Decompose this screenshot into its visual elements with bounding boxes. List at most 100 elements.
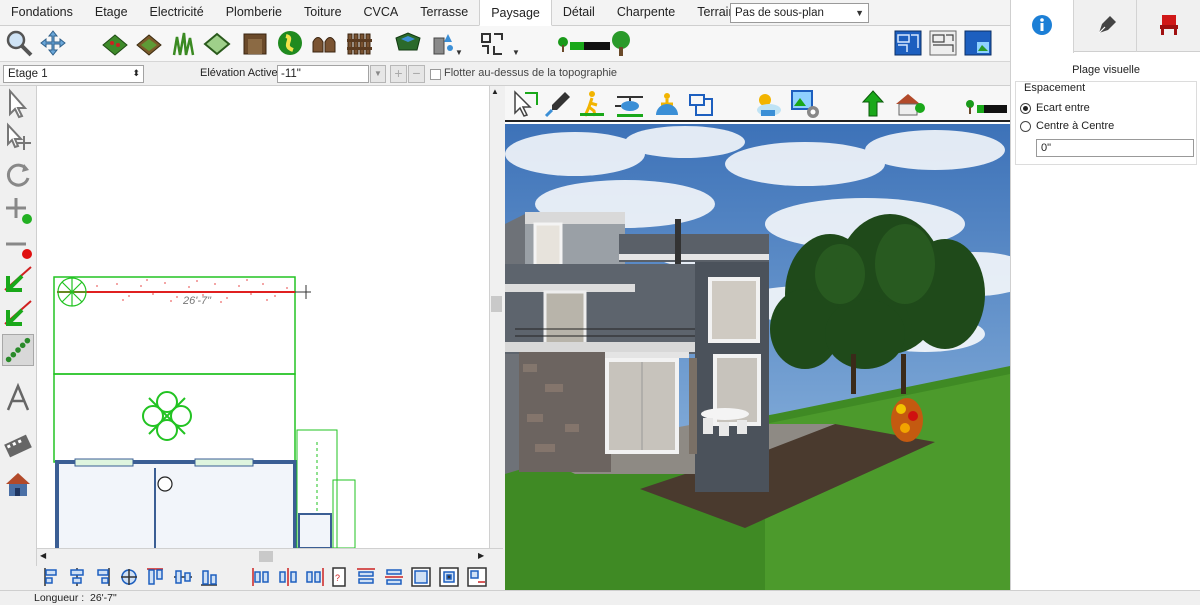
tab-cvca[interactable]: CVCA: [353, 0, 410, 25]
vertical-scrollbar[interactable]: ▲: [489, 86, 503, 548]
secondary-toolbar: Etage 1 ⬍ Elévation Active: -11" ▼ + − F…: [0, 62, 1010, 86]
path-icon[interactable]: [275, 28, 305, 58]
frame-corner-icon[interactable]: [467, 567, 487, 587]
tree-icon[interactable]: [606, 28, 636, 58]
radio-between-label[interactable]: Ecart entre: [1036, 102, 1090, 114]
chevron-down-icon[interactable]: ▼: [512, 48, 520, 57]
space-vertical-icon[interactable]: ?: [332, 567, 346, 587]
scroll-thumb[interactable]: [259, 551, 273, 562]
spacing-input[interactable]: 0": [1036, 139, 1194, 157]
delete-point-icon[interactable]: [2, 232, 34, 264]
scroll-thumb[interactable]: [491, 296, 502, 312]
float-topography-checkbox[interactable]: [430, 69, 441, 80]
chevron-down-icon[interactable]: ▼: [455, 48, 463, 57]
add-point-icon[interactable]: [2, 194, 34, 226]
shed-icon[interactable]: [240, 28, 270, 58]
tab-electricite[interactable]: Electricité: [139, 0, 215, 25]
select-3d-icon[interactable]: [509, 89, 539, 119]
camera-3d-view[interactable]: [505, 86, 1010, 590]
sun-sky-icon[interactable]: [751, 88, 785, 120]
terrain-plant-bed-icon[interactable]: [100, 28, 130, 58]
walkthrough-icon[interactable]: [577, 89, 607, 119]
tab-paysage[interactable]: Paysage: [479, 0, 552, 26]
plus-button[interactable]: +: [390, 65, 407, 83]
distribute-middle-icon[interactable]: [385, 569, 403, 585]
plant-row-icon[interactable]: [2, 334, 34, 366]
pond-icon[interactable]: [393, 28, 423, 58]
distribute-top-icon[interactable]: [357, 568, 375, 584]
fence-icon[interactable]: [345, 28, 375, 58]
camera-view-icon[interactable]: [963, 28, 993, 58]
3d-scene[interactable]: [505, 124, 1010, 590]
irrigation-line-icon[interactable]: [477, 28, 507, 58]
select-arrow-icon[interactable]: [2, 88, 34, 120]
tab-pen[interactable]: [1074, 0, 1137, 52]
align-bottom-icon[interactable]: [201, 570, 217, 586]
radio-between[interactable]: [1020, 103, 1031, 114]
tab-plomberie[interactable]: Plomberie: [215, 0, 293, 25]
scroll-up-icon[interactable]: ▲: [491, 87, 499, 96]
grass-icon[interactable]: [168, 28, 198, 58]
frame-icon[interactable]: [411, 567, 431, 587]
house-view-icon[interactable]: [2, 468, 34, 500]
tab-info[interactable]: [1011, 0, 1074, 53]
tab-terrasse[interactable]: Terrasse: [409, 0, 479, 25]
terrain-area-icon[interactable]: [134, 28, 164, 58]
align-top-icon[interactable]: [147, 568, 163, 585]
text-tool-icon[interactable]: [2, 382, 34, 414]
minus-button[interactable]: −: [408, 65, 425, 83]
edging-icon[interactable]: [310, 28, 340, 58]
tab-furniture[interactable]: [1137, 0, 1200, 52]
radio-center-label[interactable]: Centre à Centre: [1036, 120, 1114, 132]
tab-charpente[interactable]: Charpente: [606, 0, 686, 25]
elevation-input[interactable]: -11": [277, 65, 369, 83]
plant-growth-icon[interactable]: [857, 88, 889, 120]
pan-icon[interactable]: [38, 28, 68, 58]
distribute-center-icon[interactable]: [279, 568, 297, 586]
helicopter-view-icon[interactable]: [613, 89, 647, 119]
join-line-green-icon[interactable]: [2, 298, 34, 330]
distribute-horizontal-icon[interactable]: [252, 568, 269, 586]
tab-detail[interactable]: Détail: [552, 0, 606, 25]
layout-view-icon[interactable]: [928, 28, 958, 58]
zoom-icon[interactable]: [4, 28, 34, 58]
plant-age-slider-icon[interactable]: [965, 96, 1009, 118]
shrub-symbol-icon[interactable]: [142, 391, 192, 441]
tab-etage[interactable]: Etage: [84, 0, 139, 25]
floor-plan-overlay-icon[interactable]: [686, 89, 716, 119]
rotate-icon[interactable]: [2, 158, 34, 190]
plant-growth-slider-icon[interactable]: [557, 32, 613, 56]
plant-symbol-icon[interactable]: [57, 277, 87, 307]
align-left-icon[interactable]: [44, 568, 57, 586]
eyedropper-icon[interactable]: [543, 89, 573, 119]
align-center-icon[interactable]: [70, 568, 84, 586]
film-camera-icon[interactable]: [2, 430, 34, 462]
tab-toiture[interactable]: Toiture: [293, 0, 353, 25]
render-settings-icon[interactable]: [789, 88, 821, 120]
radio-center[interactable]: [1020, 121, 1031, 132]
chevron-down-icon[interactable]: ▼: [370, 65, 386, 83]
subplan-select[interactable]: Pas de sous-plan ▼: [730, 3, 869, 23]
floor-select[interactable]: Etage 1 ⬍: [3, 65, 144, 83]
distribute-right-icon[interactable]: [306, 568, 324, 586]
house-landscape-icon[interactable]: [892, 88, 926, 120]
info-icon: [1032, 15, 1052, 35]
garden-border-icon[interactable]: [202, 28, 232, 58]
sprinkler-view-icon[interactable]: [652, 89, 682, 119]
scroll-left-icon[interactable]: ◀: [40, 551, 46, 560]
center-object-icon[interactable]: [121, 569, 137, 585]
align-right-icon[interactable]: [97, 568, 110, 586]
break-line-green-icon[interactable]: [2, 264, 34, 296]
spacing-group: Espacement Ecart entre Centre à Centre 0…: [1015, 81, 1197, 165]
align-middle-icon[interactable]: [174, 570, 192, 584]
plan-view[interactable]: 26'-7": [37, 86, 503, 548]
status-length-value: 26'-7": [90, 592, 117, 604]
sprinkler-icon[interactable]: [428, 28, 458, 58]
tab-fondations[interactable]: Fondations: [0, 0, 84, 25]
horizontal-scrollbar[interactable]: ◀ ▶: [37, 548, 503, 564]
status-bar: Longueur : 26'-7": [0, 590, 1200, 605]
floor-plan-view-icon[interactable]: [893, 28, 923, 58]
multi-select-arrow-icon[interactable]: [2, 122, 34, 154]
scroll-right-icon[interactable]: ▶: [478, 551, 484, 560]
frame-center-icon[interactable]: [439, 567, 459, 587]
